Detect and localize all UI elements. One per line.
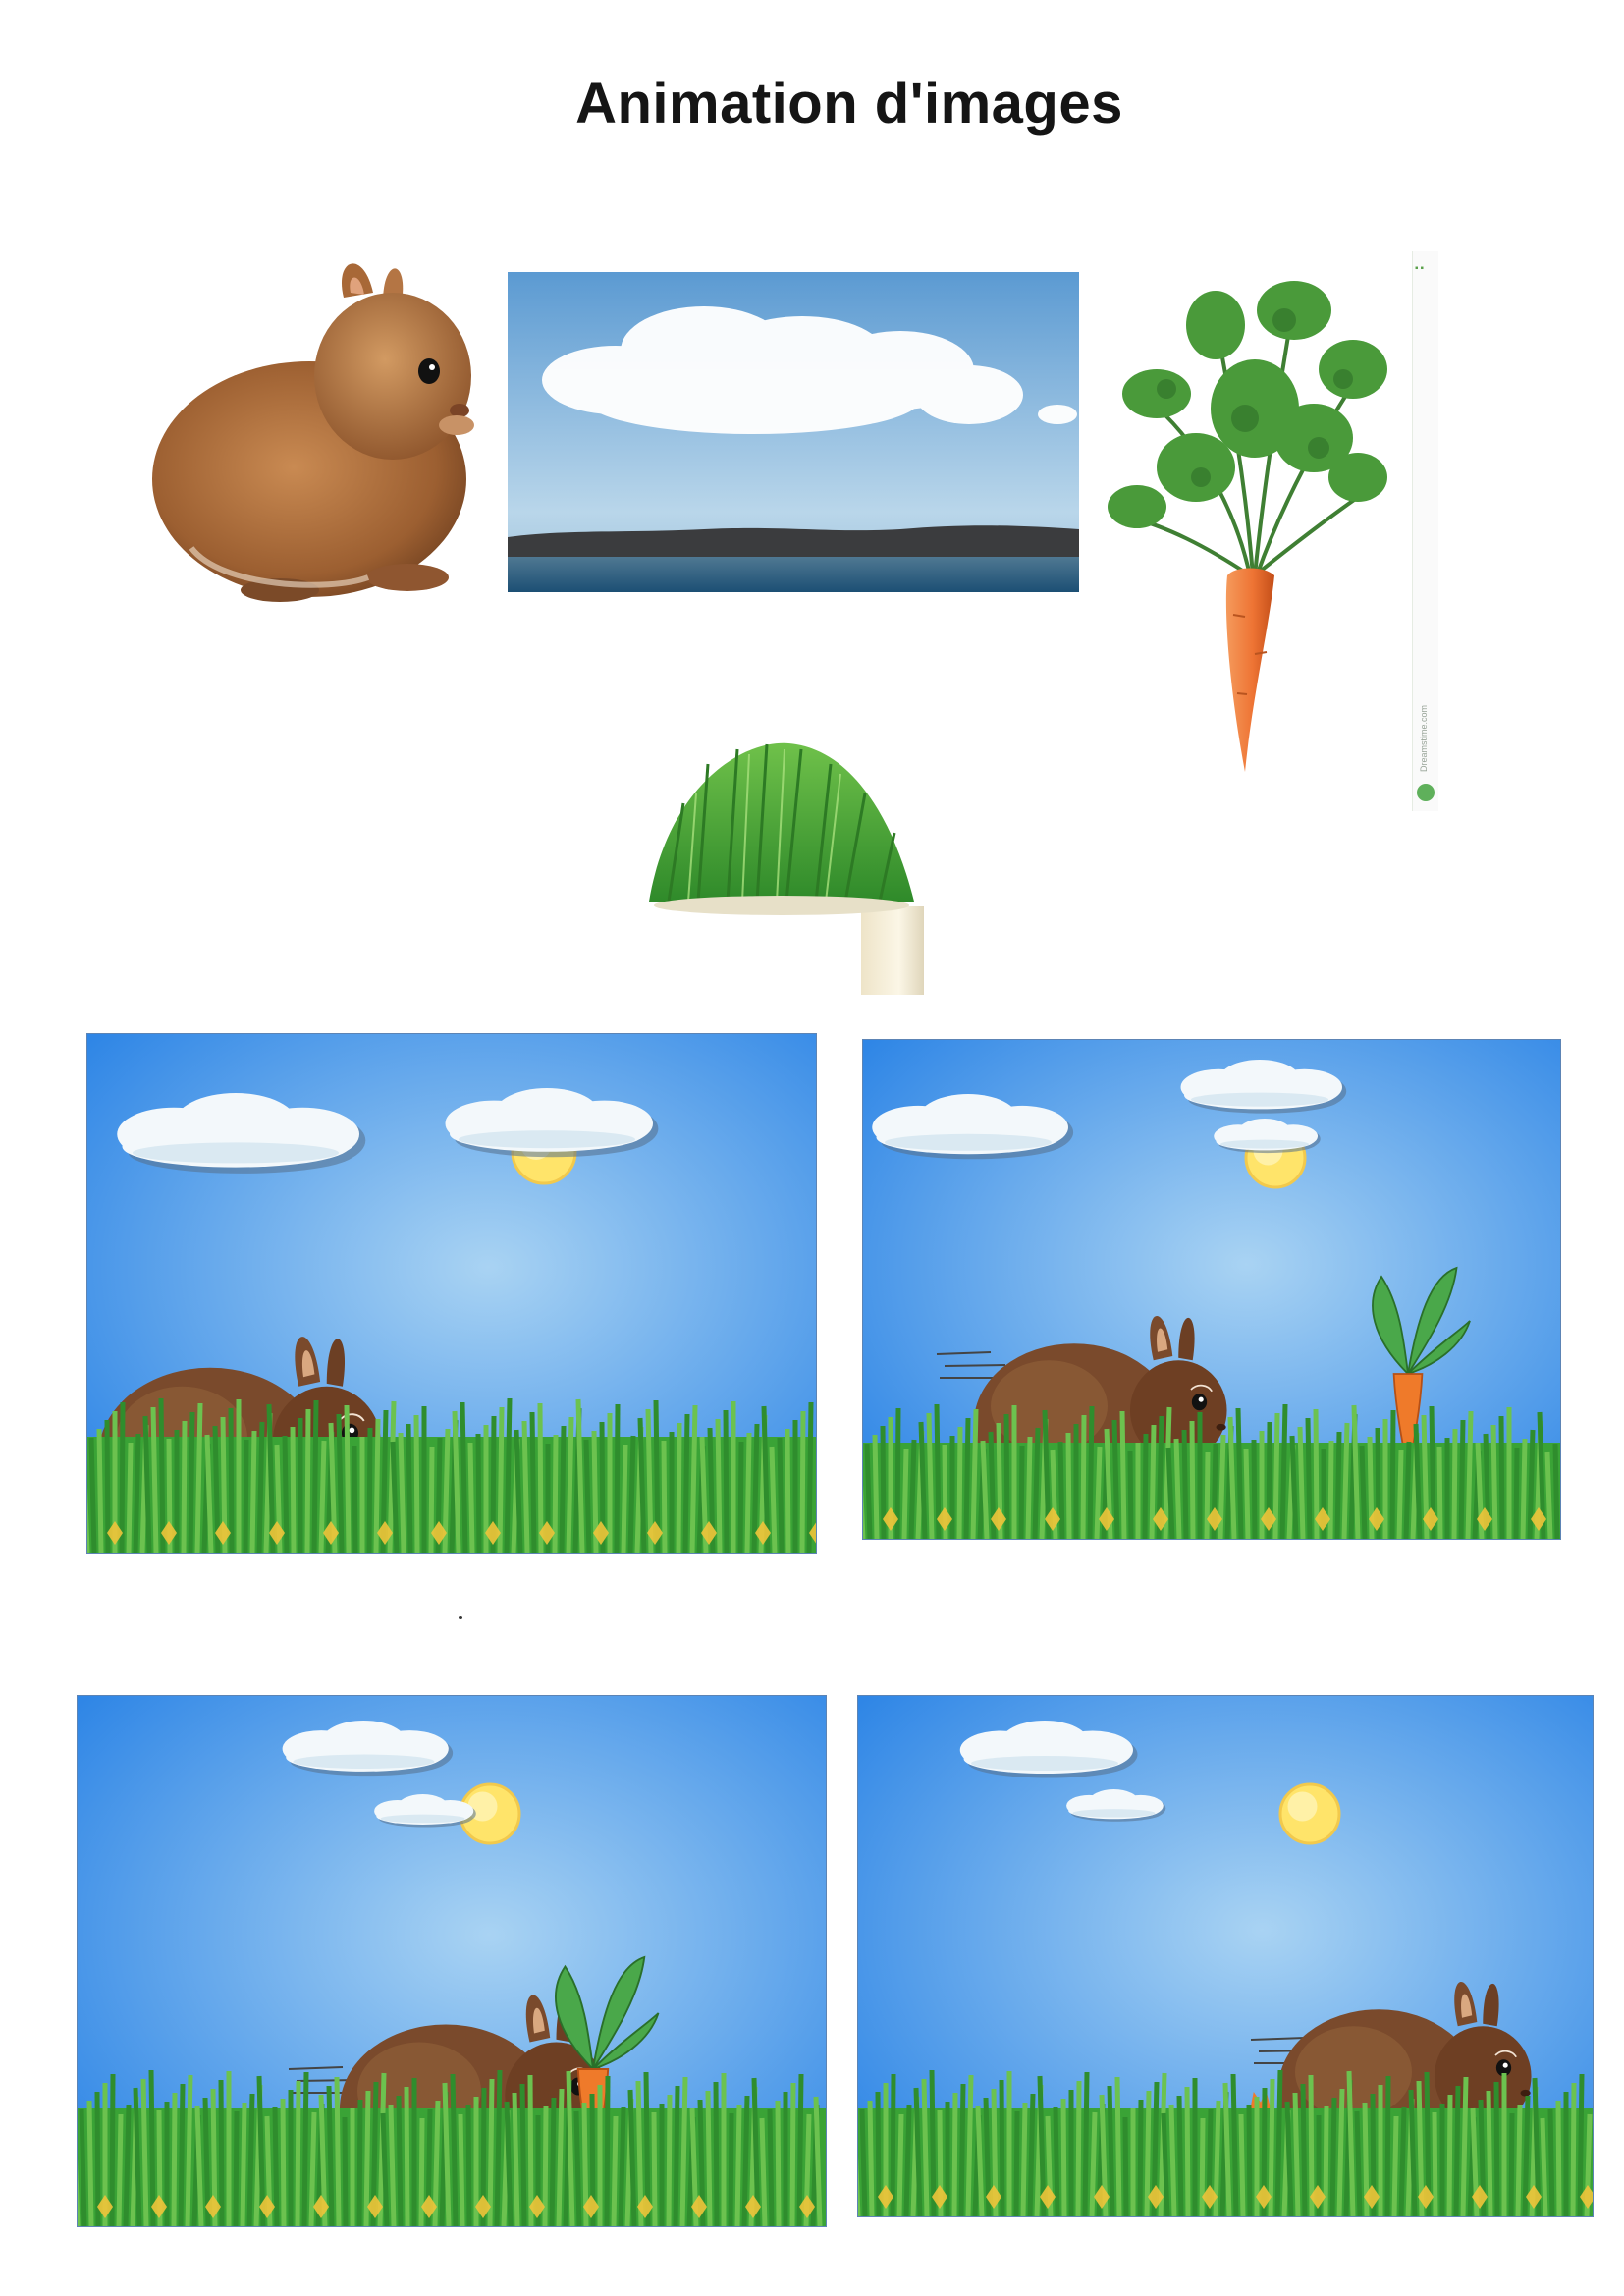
scan-speck — [459, 1616, 462, 1619]
animation-frame-4 — [857, 1695, 1594, 2217]
sky-cloud-photo — [508, 272, 1079, 592]
carrot-photo — [1108, 281, 1387, 780]
animation-frame-1 — [86, 1033, 817, 1554]
grass-pot-photo — [629, 725, 924, 995]
page-title: Animation d'images — [575, 72, 1123, 136]
rabbit-photo — [133, 253, 506, 617]
side-strip: ▪▪ Dreamstime.com — [1412, 251, 1438, 811]
strip-logo-icon — [1417, 784, 1435, 801]
strip-dots-icon: ▪▪ — [1415, 263, 1427, 274]
grass-strip — [78, 2069, 826, 2226]
strip-text: Dreamstime.com — [1419, 704, 1429, 772]
animation-frame-2 — [862, 1039, 1561, 1540]
animation-frame-3 — [77, 1695, 827, 2227]
sun — [1278, 1782, 1341, 1845]
